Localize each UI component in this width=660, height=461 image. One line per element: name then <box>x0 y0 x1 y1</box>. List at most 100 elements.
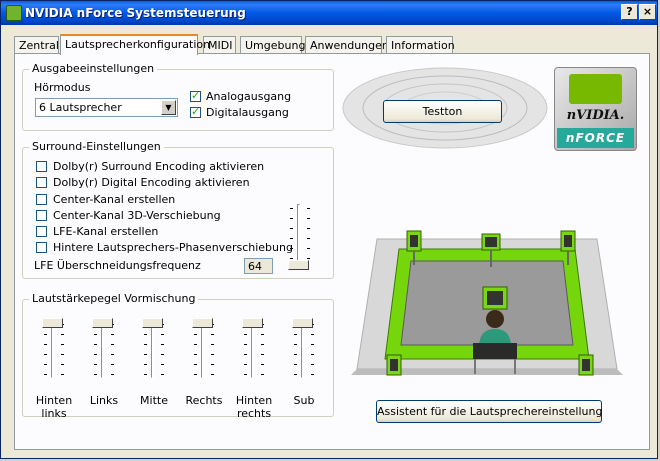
output-settings-legend: Ausgabeeinstellungen <box>29 62 158 75</box>
slider-tick <box>311 344 314 345</box>
slider-thumb[interactable] <box>292 318 313 328</box>
digital-output-checkbox[interactable] <box>190 105 201 118</box>
slider-tick <box>290 208 293 209</box>
slider-tick <box>290 258 293 259</box>
premix-slider-4[interactable] <box>239 318 269 380</box>
slider-thumb[interactable] <box>92 318 113 328</box>
slider-tick <box>261 334 264 335</box>
dolby-surround-label: Dolby(r) Surround Encoding aktivieren <box>53 160 265 173</box>
dolby-digital-checkbox[interactable] <box>36 177 47 188</box>
help-button[interactable]: ? <box>621 4 638 20</box>
slider-tick <box>44 354 47 355</box>
slider-tick <box>61 344 64 345</box>
slider-tick <box>161 354 164 355</box>
slider-thumb[interactable] <box>42 318 63 328</box>
premix-slider-1[interactable] <box>89 318 119 380</box>
slider-tick <box>311 364 314 365</box>
slider-tick <box>61 354 64 355</box>
analog-output-checkbox[interactable] <box>190 89 201 102</box>
premix-slider-3[interactable] <box>189 318 219 380</box>
listening-mode-select[interactable]: 6 Lautsprecher ▼ <box>35 98 178 117</box>
slider-tick <box>111 334 114 335</box>
slider-tick <box>244 364 247 365</box>
slider-tick <box>144 364 147 365</box>
premix-slider-2[interactable] <box>139 318 169 380</box>
premix-volume-group: Lautstärkepegel Vormischung Hinten links L… <box>22 292 334 420</box>
slider-tick <box>94 334 97 335</box>
center-channel-label: Center-Kanal erstellen <box>53 193 176 206</box>
slider-tick <box>311 334 314 335</box>
slider-tick <box>44 344 47 345</box>
tab-anwendungen[interactable]: Anwendungen <box>305 36 389 54</box>
slider-tick <box>294 334 297 335</box>
slider-tick <box>44 364 47 365</box>
slider-tick <box>61 374 64 375</box>
slider-tick <box>194 344 197 345</box>
nforce-window: NVIDIA nForce Systemsteuerung ? × Zentra… <box>0 0 658 459</box>
surround-settings-group: Surround-Einstellungen Dolby(r) Surround… <box>22 140 334 279</box>
slider-tick <box>294 364 297 365</box>
slider-tick <box>244 334 247 335</box>
tab-lautsprecherkonfiguration[interactable]: Lautsprecherkonfiguration <box>60 34 210 55</box>
nvidia-eye-icon <box>569 74 622 104</box>
slider-tick <box>111 344 114 345</box>
slider-tick <box>94 354 97 355</box>
slider-tick <box>211 344 214 345</box>
close-button[interactable]: × <box>639 4 656 20</box>
slider-tick <box>261 354 264 355</box>
slider-tick <box>307 218 310 219</box>
lfe-crossover-value[interactable]: 64 <box>244 258 273 274</box>
chevron-down-icon[interactable]: ▼ <box>161 100 176 115</box>
slider-tick <box>161 334 164 335</box>
slider-tick <box>294 354 297 355</box>
title-bar[interactable]: NVIDIA nForce Systemsteuerung ? × <box>1 1 657 25</box>
slider-tick <box>261 374 264 375</box>
rear-phase-checkbox[interactable] <box>36 242 47 253</box>
lfe-crossover-slider[interactable] <box>285 204 315 272</box>
slider-thumb[interactable] <box>192 318 213 328</box>
tab-information[interactable]: Information <box>386 36 455 54</box>
lfe-crossover-label: LFE Überschneidungsfrequenz <box>34 259 201 272</box>
analog-output-label: Analogausgang <box>206 90 292 103</box>
slider-tick <box>161 374 164 375</box>
slider-tick <box>61 334 64 335</box>
center-3d-checkbox[interactable] <box>36 210 47 221</box>
slider-tick <box>294 374 297 375</box>
tab-umgebung[interactable]: Umgebung <box>240 36 305 54</box>
premix-slider-5[interactable] <box>289 318 319 380</box>
slider-tick <box>311 374 314 375</box>
tab-zentral[interactable]: Zentral <box>14 36 59 54</box>
slider-thumb[interactable] <box>288 260 309 270</box>
premix-label-line1: Sub <box>293 394 315 407</box>
slider-tick <box>244 374 247 375</box>
slider-tick <box>244 344 247 345</box>
premix-slider-0[interactable] <box>39 318 69 380</box>
slider-tick <box>307 248 310 249</box>
speaker-rear-left <box>386 354 402 376</box>
slider-tick <box>194 334 197 335</box>
premix-label-5: Sub <box>274 394 334 407</box>
slider-tick <box>144 354 147 355</box>
slider-tick <box>290 248 293 249</box>
slider-tick <box>94 374 97 375</box>
speaker-config-panel: Ausgabeeinstellungen Hörmodus 6 Lautspre… <box>14 53 650 450</box>
premix-volume-legend: Lautstärkepegel Vormischung <box>29 292 199 305</box>
speaker-rear-right <box>578 354 594 376</box>
digital-output-label: Digitalausgang <box>206 106 289 119</box>
slider-thumb[interactable] <box>142 318 163 328</box>
speaker-setup-wizard-button[interactable]: Assistent für die Lautsprechereinstellun… <box>376 400 602 423</box>
slider-tick <box>307 208 310 209</box>
slider-thumb[interactable] <box>242 318 263 328</box>
slider-tick <box>94 364 97 365</box>
test-tone-button[interactable]: Testton <box>383 100 502 123</box>
slider-tick <box>161 344 164 345</box>
slider-tick <box>307 238 310 239</box>
center-channel-checkbox[interactable] <box>36 194 47 205</box>
slider-tick <box>61 364 64 365</box>
surround-settings-legend: Surround-Einstellungen <box>29 140 164 153</box>
dolby-surround-checkbox[interactable] <box>36 161 47 172</box>
slider-tick <box>161 364 164 365</box>
lfe-channel-checkbox[interactable] <box>36 226 47 237</box>
slider-tick <box>111 364 114 365</box>
nvidia-nforce-logo: nVIDIA. nFORCE <box>554 67 637 151</box>
